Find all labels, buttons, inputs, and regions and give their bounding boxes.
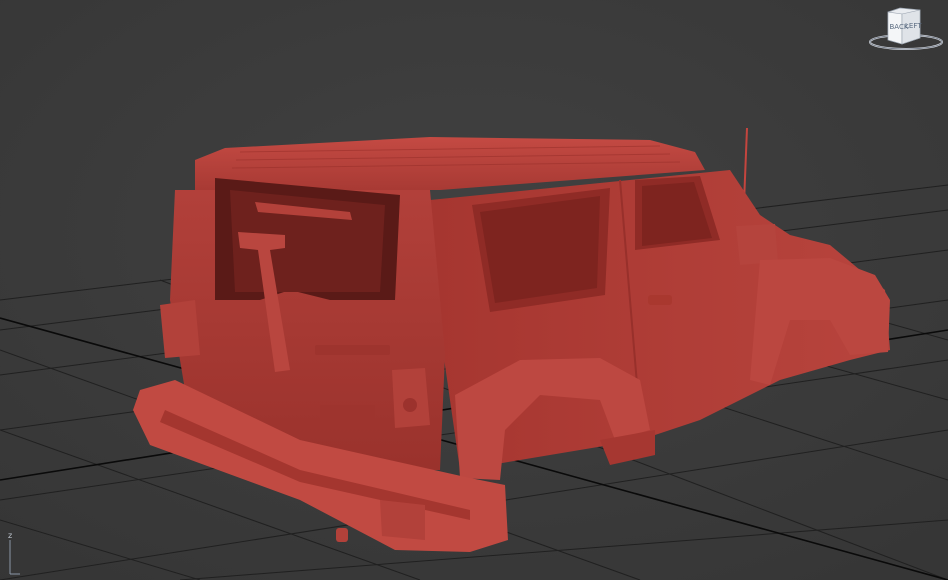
side-window-rear-glass [480, 196, 600, 303]
tail-light-left [160, 300, 200, 358]
3d-viewport[interactable]: BACK LEFT z [0, 0, 948, 580]
tail-light-right [392, 368, 430, 428]
door-handle [648, 295, 672, 305]
viewcube-face-left-label: LEFT [905, 22, 922, 30]
viewcube-icon[interactable]: BACK LEFT [866, 4, 944, 52]
scene-canvas[interactable] [0, 0, 948, 580]
side-mirror [736, 224, 778, 265]
tail-light-lens [403, 398, 417, 412]
axis-z-label: z [8, 531, 12, 540]
axis-tripod-icon: z [8, 531, 12, 540]
tailgate-trim [315, 345, 390, 355]
license-plate-recess [320, 405, 375, 419]
tow-hitch [336, 528, 348, 542]
bumper-end-cap [380, 500, 425, 540]
